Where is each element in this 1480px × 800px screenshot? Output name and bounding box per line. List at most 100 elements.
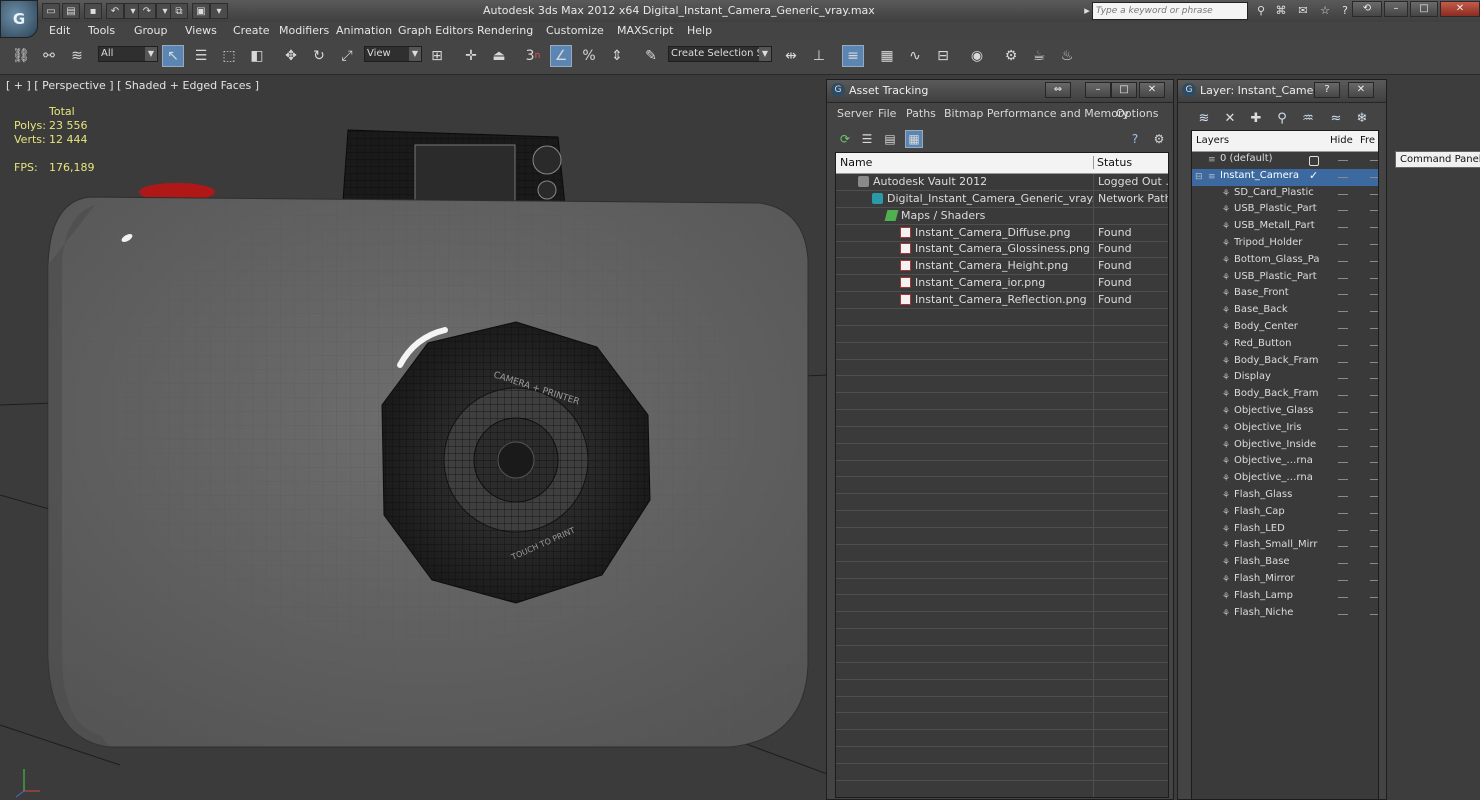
hide-toggle[interactable] (1338, 596, 1348, 598)
table-row[interactable]: Digital_Instant_Camera_Generic_vray.max N… (836, 190, 1168, 208)
dock-arrows-icon[interactable]: ⇔ (1045, 82, 1071, 98)
hide-toggle[interactable] (1338, 428, 1348, 430)
hide-toggle[interactable] (1338, 361, 1348, 363)
close-button[interactable]: ✕ (1440, 1, 1480, 17)
panel-close-button[interactable]: ✕ (1348, 82, 1374, 98)
binoculars-icon[interactable]: ⚲ (1252, 3, 1270, 19)
highlight-layer-icon[interactable]: ♒ (1298, 108, 1318, 128)
freeze-toggle[interactable] (1370, 445, 1378, 447)
freeze-toggle[interactable] (1370, 311, 1378, 313)
panel-maximize-button[interactable]: □ (1111, 82, 1137, 98)
freeze-toggle[interactable] (1370, 294, 1378, 296)
asset-menu-bitmap[interactable]: Bitmap Performance and Memory (944, 107, 1129, 120)
redo-icon[interactable]: ↷ (138, 3, 156, 19)
hide-toggle[interactable] (1338, 294, 1348, 296)
menu-maxscript[interactable]: MAXScript (617, 24, 673, 37)
layer-row[interactable]: ≡ 0 (default) (1192, 152, 1378, 169)
add-to-layer-icon[interactable]: ✚ (1246, 108, 1266, 128)
freeze-toggle[interactable] (1370, 395, 1378, 397)
subscription-icon[interactable]: ⌘ (1272, 3, 1290, 19)
asset-menu-paths[interactable]: Paths (906, 107, 936, 120)
hide-toggle[interactable] (1338, 311, 1348, 313)
layer-row[interactable]: ⚘ Flash_Mirror (1192, 572, 1378, 589)
freeze-toggle[interactable] (1370, 496, 1378, 497)
edit-named-selection-icon[interactable]: ✎ (640, 45, 662, 67)
layer-row[interactable]: ⚘ Flash_Niche (1192, 606, 1378, 623)
menu-graph-editors[interactable]: Graph Editors (398, 24, 474, 37)
layer-row[interactable]: ⚘ Objective_Inside (1192, 438, 1378, 455)
rendered-frame-window-icon[interactable]: ☕ (1028, 45, 1050, 67)
freeze-toggle[interactable] (1370, 479, 1378, 481)
menu-animation[interactable]: Animation (336, 24, 392, 37)
layer-row[interactable]: ⚘ Objective_…rna (1192, 454, 1378, 471)
panel-minimize-button[interactable]: – (1085, 82, 1111, 98)
menu-create[interactable]: Create (233, 24, 270, 37)
hold-icon[interactable]: ⧉ (170, 3, 188, 19)
hide-toggle[interactable] (1338, 529, 1348, 531)
menu-tools[interactable]: Tools (88, 24, 115, 37)
graphite-ribbon-icon[interactable]: ▦ (876, 45, 898, 67)
hide-toggle[interactable] (1338, 445, 1348, 447)
settings-icon[interactable]: ⚙ (1150, 130, 1168, 148)
communication-icon[interactable]: ✉ (1294, 3, 1312, 19)
pivot-center-icon[interactable]: ⊞ (426, 45, 448, 67)
layer-row[interactable]: ⚘ Flash_Lamp (1192, 589, 1378, 606)
delete-layer-icon[interactable]: ✕ (1220, 108, 1240, 128)
layer-row[interactable]: ⚘ Body_Back_Fram (1192, 387, 1378, 404)
freeze-toggle[interactable] (1370, 412, 1378, 413)
table-row[interactable]: Instant_Camera_ior.png Found (836, 275, 1168, 293)
hide-toggle[interactable] (1338, 378, 1348, 380)
freeze-toggle[interactable] (1370, 580, 1378, 581)
hide-toggle[interactable] (1338, 580, 1348, 581)
named-selection-set-dropdown[interactable]: Create Selection Se ▼ (668, 46, 772, 62)
select-and-move-icon[interactable]: ✥ (280, 45, 302, 67)
freeze-toggle[interactable] (1370, 260, 1378, 262)
hide-toggle[interactable] (1338, 277, 1348, 279)
app-menu-button[interactable]: G (0, 0, 38, 38)
freeze-toggle[interactable] (1370, 512, 1378, 514)
render-setup-icon[interactable]: ⚙ (1000, 45, 1022, 67)
schematic-view-icon[interactable]: ⊟ (932, 45, 954, 67)
freeze-toggle[interactable] (1370, 361, 1378, 363)
layer-manager-icon[interactable]: ≡ (842, 45, 864, 67)
column-header-hide[interactable]: Hide (1330, 135, 1353, 146)
freeze-toggle[interactable] (1370, 546, 1378, 548)
current-layer-box-icon[interactable] (1309, 156, 1319, 166)
material-editor-icon[interactable]: ◉ (966, 45, 988, 67)
layer-row[interactable]: ⚘ Tripod_Holder (1192, 236, 1378, 253)
collapse-icon[interactable]: ⊟ (1195, 172, 1204, 182)
layer-row[interactable]: ⚘ Body_Back_Fram (1192, 354, 1378, 371)
thumbnail-view-icon[interactable]: ▤ (881, 130, 899, 148)
menu-group[interactable]: Group (134, 24, 168, 37)
layer-row[interactable]: ⚘ Display (1192, 370, 1378, 387)
angle-snap-icon[interactable]: ∠ (550, 45, 572, 67)
layer-row[interactable]: ⚘ Objective_Glass (1192, 404, 1378, 421)
snaps-toggle-icon[interactable]: 3n (522, 45, 544, 67)
freeze-toggle[interactable] (1370, 428, 1378, 430)
layer-row[interactable]: ⚘ Objective_…rna (1192, 471, 1378, 488)
select-and-rotate-icon[interactable]: ↻ (308, 45, 330, 67)
select-and-scale-icon[interactable]: ⤢ (336, 45, 358, 67)
percent-snap-icon[interactable]: % (578, 45, 600, 67)
bind-space-warp-icon[interactable]: ≋ (66, 45, 88, 67)
asset-menu-server[interactable]: Server (837, 107, 873, 120)
collapse-icon[interactable] (1195, 155, 1204, 165)
select-and-manipulate-icon[interactable]: ✛ (460, 45, 482, 67)
menu-modifiers[interactable]: Modifiers (279, 24, 329, 37)
hide-all-layers-icon[interactable]: ≈ (1326, 108, 1346, 128)
select-in-layer-icon[interactable]: ⚲ (1272, 108, 1292, 128)
hide-toggle[interactable] (1338, 344, 1348, 346)
hide-toggle[interactable] (1338, 512, 1348, 514)
asset-menu-options[interactable]: Options (1116, 107, 1158, 120)
freeze-toggle[interactable] (1370, 328, 1378, 329)
viewport-label[interactable]: [ + ] [ Perspective ] [ Shaded + Edged F… (6, 79, 259, 92)
window-restore-icon[interactable]: ⟲ (1352, 1, 1382, 17)
freeze-toggle[interactable] (1370, 277, 1378, 279)
table-row[interactable]: Instant_Camera_Reflection.png Found (836, 291, 1168, 309)
curve-editor-icon[interactable]: ∿ (904, 45, 926, 67)
freeze-toggle[interactable] (1370, 244, 1378, 245)
asset-tracking-title-bar[interactable]: G Asset Tracking ⇔ – □ ✕ (827, 80, 1173, 103)
active-layer-check-icon[interactable]: ✓ (1309, 169, 1318, 182)
favorites-star-icon[interactable]: ☆ (1316, 3, 1334, 19)
selection-filter-dropdown[interactable]: All ▼ (98, 46, 158, 62)
